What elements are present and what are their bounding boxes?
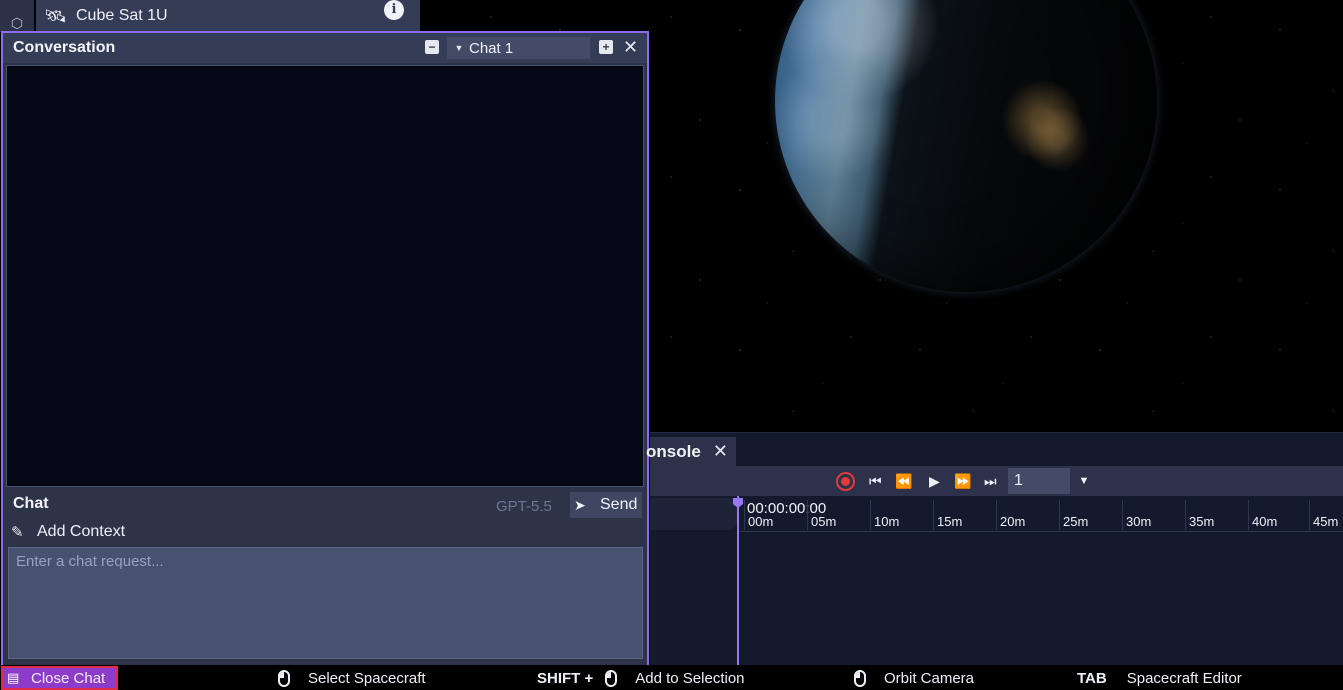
chat-composer: Chat GPT-5.5 ➤ Send ✎ Add Context — [3, 489, 647, 665]
object-name: Cube Sat 1U — [76, 7, 168, 24]
send-label: Send — [600, 496, 638, 513]
pencil-icon: ✎ — [11, 524, 24, 541]
cube-icon[interactable]: ⬡ — [8, 14, 26, 32]
speed-select[interactable]: 1 ▼ — [1008, 468, 1098, 494]
mouse-left-icon — [278, 670, 290, 687]
chat-label: Chat — [13, 495, 49, 512]
send-button[interactable]: ➤ Send — [570, 492, 642, 518]
add-chat-icon[interactable]: + — [599, 40, 613, 54]
hint-label: Spacecraft Editor — [1126, 670, 1242, 687]
record-icon[interactable] — [836, 472, 855, 491]
add-context-button[interactable]: ✎ Add Context — [11, 523, 125, 541]
conversation-log[interactable] — [6, 65, 644, 487]
model-label: GPT-5.5 — [496, 498, 552, 515]
ruler-tick: 05m — [806, 500, 837, 530]
mouse-right-icon — [854, 670, 866, 687]
fast-forward-icon[interactable]: ⏩ — [954, 472, 971, 490]
add-context-label: Add Context — [37, 523, 126, 540]
play-icon[interactable]: ▶ — [929, 472, 940, 490]
timeline[interactable]: 00:00:00:00 00m 05m 10m 15m 20m 25m 30m … — [650, 496, 1343, 665]
object-list-item[interactable]: 🛰︎ Cube Sat 1U i — [36, 0, 420, 32]
console-tabbar: onsole ✕ — [646, 432, 1343, 467]
ruler-tick: 40m — [1247, 500, 1278, 530]
mouse-left-icon — [605, 670, 618, 687]
transport-controls: ⏮ ⏪ ▶ ⏩ ⏭ 1 ▼ — [650, 466, 1343, 496]
chat-icon: ▤ — [7, 670, 20, 685]
tab-key-label: TAB — [1077, 670, 1107, 687]
panel-title: Conversation — [13, 39, 116, 56]
hint-label: Orbit Camera — [884, 670, 975, 687]
hint-orbit-camera: Orbit Camera — [854, 670, 974, 687]
close-icon[interactable]: ✕ — [623, 36, 638, 58]
ruler-tick: 10m — [869, 500, 900, 530]
ruler-tick: 45m — [1308, 500, 1339, 530]
send-icon: ➤ — [574, 496, 586, 513]
ruler-tick: 00m — [743, 500, 774, 530]
ruler-tick: 15m — [932, 500, 963, 530]
chevron-down-icon: ▼ — [1070, 468, 1098, 494]
close-chat-button[interactable]: ▤ Close Chat — [1, 666, 118, 690]
timeline-track-header — [650, 498, 738, 530]
hint-select-spacecraft: Select Spacecraft — [278, 670, 426, 687]
conversation-header: Conversation − ▼ Chat 1 + ✕ — [3, 33, 647, 63]
speed-value: 1 — [1008, 468, 1070, 494]
ruler-tick: 35m — [1184, 500, 1215, 530]
ruler-tick: 25m — [1058, 500, 1089, 530]
minimize-icon[interactable]: − — [425, 40, 439, 54]
tab-console-label: onsole — [646, 442, 701, 461]
chat-selector-value: Chat 1 — [469, 39, 514, 57]
hint-add-to-selection: SHIFT + Add to Selection — [537, 670, 745, 687]
tab-console[interactable]: onsole ✕ — [646, 437, 736, 467]
ruler-tick: 20m — [995, 500, 1026, 530]
hint-label: Add to Selection — [635, 670, 745, 687]
info-icon[interactable]: i — [384, 0, 404, 20]
chat-selector[interactable]: ▼ Chat 1 — [447, 37, 590, 59]
satellite-icon: 🛰︎ — [44, 5, 67, 26]
shift-key-label: SHIFT + — [537, 670, 594, 687]
earth-globe — [775, 0, 1157, 292]
close-icon[interactable]: ✕ — [713, 441, 728, 462]
close-chat-label: Close Chat — [31, 669, 106, 687]
status-bar: ▤ Close Chat Select Spacecraft SHIFT + A… — [0, 666, 1343, 690]
rewind-icon[interactable]: ⏪ — [895, 472, 912, 490]
left-rail: ⬡ — [0, 0, 34, 32]
chat-input[interactable] — [8, 547, 643, 659]
hint-label: Select Spacecraft — [308, 670, 426, 687]
chevron-down-icon: ▼ — [454, 43, 464, 53]
skip-to-end-icon[interactable]: ⏭ — [984, 472, 997, 490]
ruler-tick: 30m — [1121, 500, 1152, 530]
conversation-panel: Conversation − ▼ Chat 1 + ✕ Chat GPT-5.5… — [1, 31, 649, 665]
time-ruler[interactable]: 00:00:00:00 00m 05m 10m 15m 20m 25m 30m … — [740, 498, 1343, 532]
playhead[interactable] — [737, 496, 739, 665]
skip-to-start-icon[interactable]: ⏮ — [869, 472, 882, 490]
hint-spacecraft-editor: TAB Spacecraft Editor — [1077, 670, 1242, 687]
